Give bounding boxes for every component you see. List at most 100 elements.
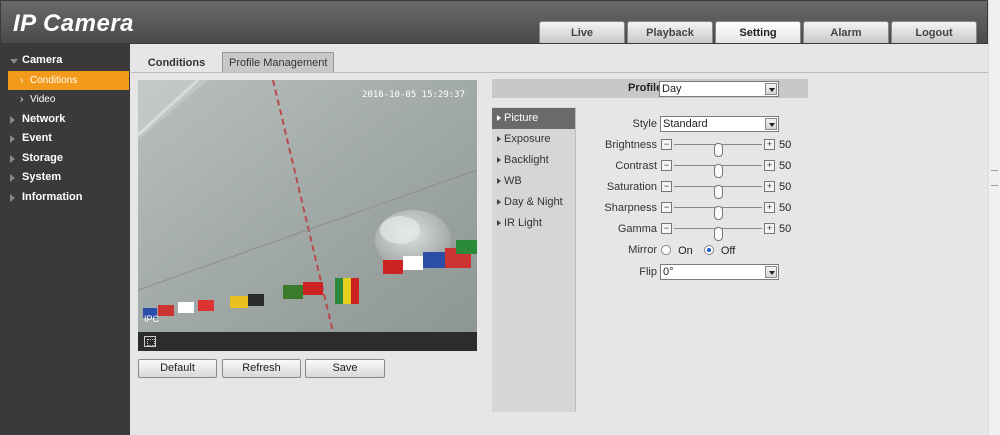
top-navigation: Live Playback Setting Alarm Logout [539, 21, 977, 43]
dropdown-arrow-icon [765, 266, 777, 278]
brightness-slider[interactable]: − + [661, 139, 775, 157]
saturation-value: 50 [779, 181, 792, 193]
mirror-off-label: Off [720, 245, 736, 257]
sidebar-item-camera[interactable]: Camera [0, 51, 130, 71]
plus-icon[interactable]: + [764, 202, 775, 213]
caret-right-icon [10, 174, 15, 182]
minus-icon[interactable]: − [661, 139, 672, 150]
mirror-options: On Off [661, 245, 735, 257]
saturation-label: Saturation [606, 181, 657, 193]
minus-icon[interactable]: − [661, 160, 672, 171]
sidebar-item-label: Information [22, 190, 83, 203]
tab-conditions[interactable]: Conditions [131, 52, 222, 72]
contrast-slider[interactable]: − + [661, 160, 775, 178]
sharpness-slider[interactable]: − + [661, 202, 775, 220]
menu-item-label: WB [504, 175, 522, 187]
menu-item-label: Exposure [504, 133, 551, 145]
slider-thumb[interactable] [714, 185, 723, 199]
contrast-label: Contrast [615, 160, 657, 172]
profile-select[interactable]: Day [659, 81, 779, 97]
video-preview: 2016-10-05 15:29:37 IPC [138, 80, 477, 332]
plus-icon[interactable]: + [764, 223, 775, 234]
menu-item-ir-light[interactable]: IR Light [492, 213, 575, 234]
slider-thumb[interactable] [714, 143, 723, 157]
default-button[interactable]: Default [138, 359, 217, 378]
caret-down-icon [10, 59, 18, 64]
slider-track [674, 227, 762, 241]
mirror-label: Mirror [628, 244, 657, 256]
minus-icon[interactable]: − [661, 223, 672, 234]
save-button[interactable]: Save [305, 359, 385, 378]
tab-setting[interactable]: Setting [715, 21, 801, 43]
slider-thumb[interactable] [714, 206, 723, 220]
profile-label: Profile [628, 82, 663, 94]
app-root: IP Camera Live Playback Setting Alarm Lo… [0, 0, 1000, 435]
menu-item-day-night[interactable]: Day & Night [492, 192, 575, 213]
gamma-slider[interactable]: − + [661, 223, 775, 241]
sidebar-item-label: Event [22, 132, 52, 144]
sidebar-item-system[interactable]: System [0, 168, 130, 188]
style-label: Style [632, 118, 657, 130]
header-bar: IP Camera Live Playback Setting Alarm Lo… [0, 0, 988, 44]
menu-item-label: Day & Night [504, 196, 563, 208]
saturation-slider[interactable]: − + [661, 181, 775, 199]
app-logo: IP Camera [13, 10, 135, 37]
slider-thumb[interactable] [714, 227, 723, 241]
menu-item-wb[interactable]: WB [492, 171, 575, 192]
flip-select-value: 0° [663, 266, 674, 278]
mirror-on-label: On [678, 245, 693, 257]
dropdown-arrow-icon [765, 118, 777, 130]
slider-thumb[interactable] [714, 164, 723, 178]
sidebar-item-conditions[interactable]: › Conditions [8, 70, 129, 90]
fullscreen-icon[interactable] [144, 336, 156, 347]
plus-icon[interactable]: + [764, 181, 775, 192]
slider-track [674, 185, 762, 199]
chevron-right-icon: › [20, 74, 24, 86]
tab-alarm[interactable]: Alarm [803, 21, 889, 43]
sidebar: Camera › Conditions › Video Network Even… [0, 44, 130, 435]
menu-item-exposure[interactable]: Exposure [492, 129, 575, 150]
video-timestamp: 2016-10-05 15:29:37 [362, 90, 465, 100]
sidebar-item-storage[interactable]: Storage [0, 149, 130, 169]
refresh-button[interactable]: Refresh [222, 359, 301, 378]
tab-live[interactable]: Live [539, 21, 625, 43]
caret-right-icon [10, 193, 15, 202]
dropdown-arrow-icon [765, 83, 777, 95]
sidebar-item-label: Storage [22, 151, 63, 164]
menu-item-picture[interactable]: Picture [492, 108, 575, 129]
sidebar-item-label: Camera [22, 54, 63, 66]
tab-playback[interactable]: Playback [627, 21, 713, 43]
sidebar-item-information[interactable]: Information [0, 188, 130, 208]
mirror-on-radio[interactable] [661, 245, 671, 255]
minus-icon[interactable]: − [661, 202, 672, 213]
sidebar-item-video[interactable]: › Video [0, 90, 130, 110]
slider-track [674, 164, 762, 178]
sidebar-item-label: System [22, 171, 62, 183]
flip-label: Flip [639, 266, 657, 278]
sidebar-item-event[interactable]: Event [0, 129, 130, 149]
scrollbar-grip[interactable] [991, 170, 998, 186]
minus-icon[interactable]: − [661, 181, 672, 192]
conditions-menu: Picture Exposure Backlight WB Day & Nigh… [492, 107, 576, 412]
sharpness-value: 50 [779, 202, 792, 214]
menu-item-backlight[interactable]: Backlight [492, 150, 575, 171]
tab-logout[interactable]: Logout [891, 21, 977, 43]
plus-icon[interactable]: + [764, 160, 775, 171]
sharpness-label: Sharpness [604, 202, 657, 214]
gamma-label: Gamma [617, 223, 657, 235]
sidebar-item-network[interactable]: Network [0, 110, 130, 130]
style-select[interactable]: Standard [660, 116, 779, 132]
mirror-off-radio[interactable] [703, 245, 714, 255]
video-toolbar [138, 332, 477, 351]
gamma-value: 50 [779, 223, 792, 235]
triangle-right-icon [497, 220, 501, 226]
triangle-right-icon [497, 157, 501, 163]
triangle-right-icon [497, 199, 501, 205]
contrast-value: 50 [779, 160, 792, 172]
plus-icon[interactable]: + [764, 139, 775, 150]
flip-select[interactable]: 0° [660, 264, 779, 280]
brightness-label: Brightness [605, 139, 657, 151]
page-scrollbar[interactable] [988, 0, 1000, 435]
tab-profile-management[interactable]: Profile Management [222, 52, 335, 72]
chevron-right-icon: › [20, 94, 24, 105]
